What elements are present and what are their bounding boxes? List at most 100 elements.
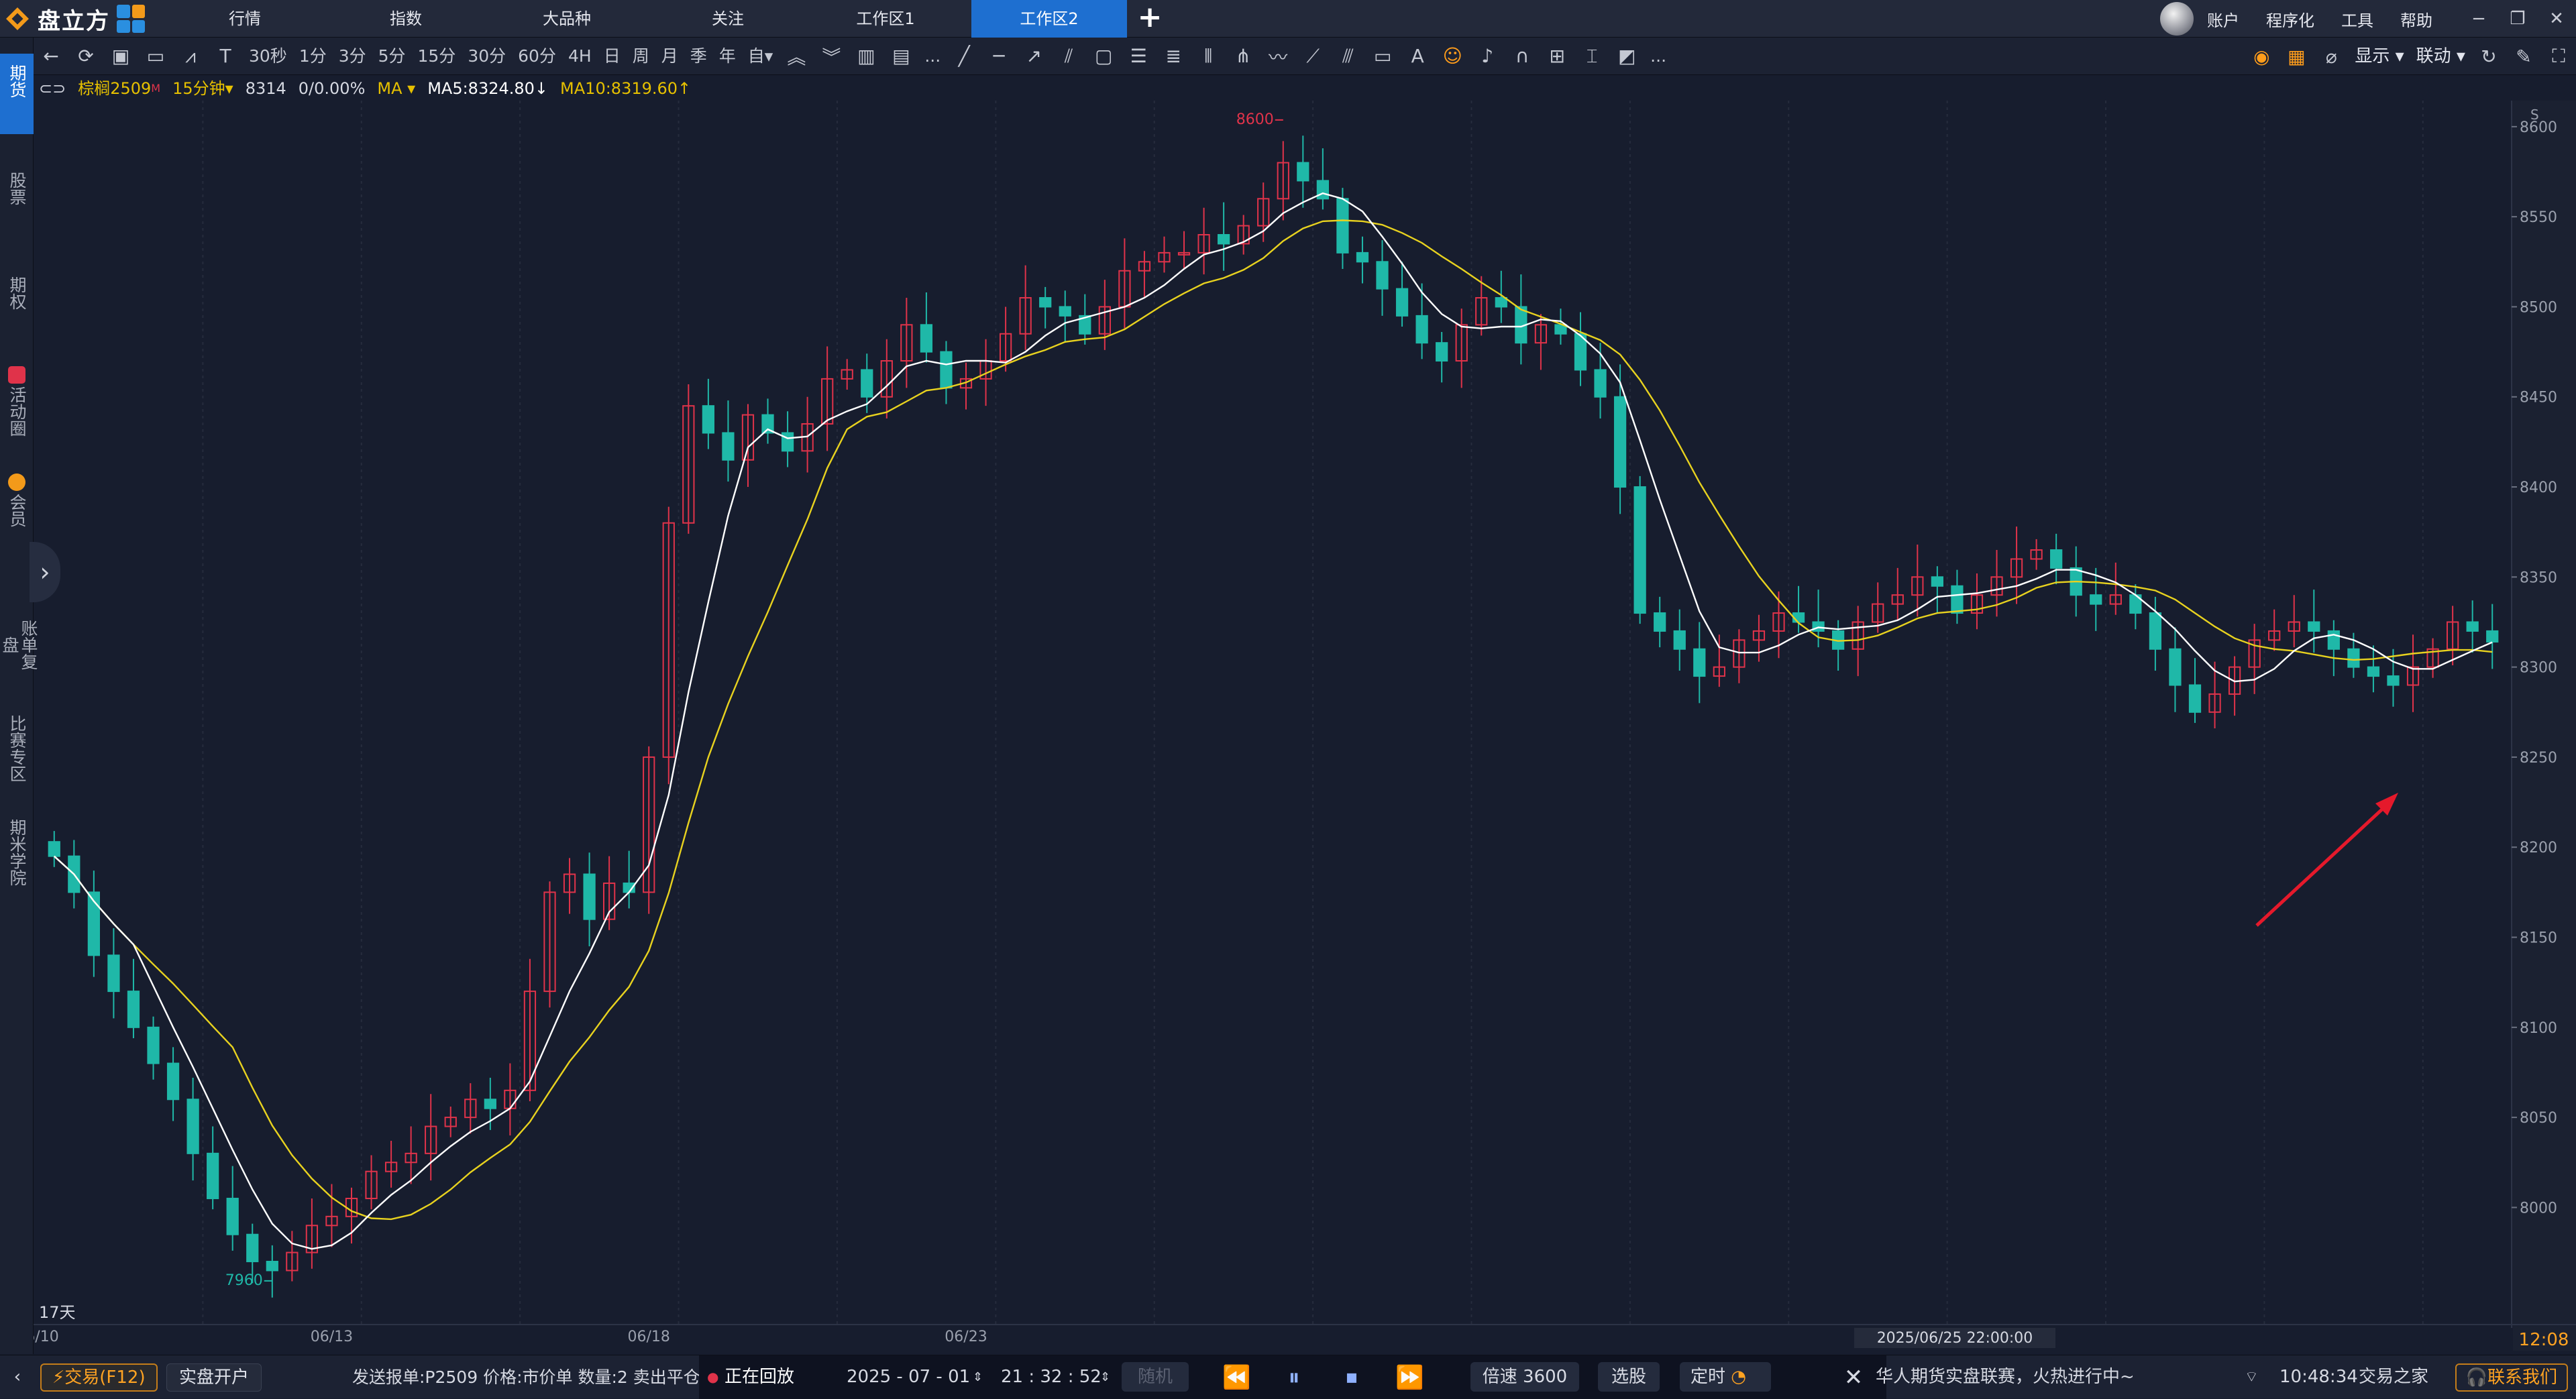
alert-bell-icon[interactable]: ♪	[1470, 38, 1505, 75]
sidebar-item-contest[interactable]: 比赛专区	[0, 715, 34, 816]
magnet-icon[interactable]: ∩	[1505, 38, 1540, 75]
period-60m[interactable]: 60分	[512, 38, 562, 75]
open-account-button[interactable]: 实盘开户	[166, 1363, 262, 1392]
period-week[interactable]: 周	[627, 38, 655, 75]
eraser-icon[interactable]: ◩	[1609, 38, 1644, 75]
parallel-lines-icon[interactable]: ⫽	[1051, 38, 1086, 75]
period-month[interactable]: 月	[655, 38, 684, 75]
rectangle-icon[interactable]: ▢	[1086, 38, 1121, 75]
fan-icon[interactable]: ⟋	[1295, 38, 1330, 75]
close-replay-icon[interactable]: ✕	[1839, 1363, 1868, 1392]
open-folder-icon[interactable]: ▭	[138, 38, 173, 75]
cycle-lines-icon[interactable]: ⦀	[1191, 38, 1226, 75]
sidebar-item-academy[interactable]: 期米学院	[0, 819, 34, 919]
period-30s[interactable]: 30秒	[243, 38, 293, 75]
wave-icon[interactable]: 〰	[1260, 38, 1295, 75]
display-dropdown[interactable]: 显示 ▾	[2349, 38, 2410, 75]
measure-icon[interactable]: ▭	[1365, 38, 1400, 75]
period-1m[interactable]: 1分	[293, 38, 333, 75]
period-year[interactable]: 年	[713, 38, 742, 75]
replay-date[interactable]: 2025 - 07 - 01	[847, 1355, 970, 1399]
calendar-icon[interactable]: ▦	[2279, 38, 2314, 75]
sync-icon[interactable]: ↻	[2471, 38, 2506, 75]
fast-forward-icon[interactable]: ⏩	[1395, 1363, 1424, 1392]
tab-market[interactable]: 行情	[195, 0, 295, 38]
avatar[interactable]	[2160, 2, 2194, 36]
sidebar-item-statement-review[interactable]: 账单复盘	[0, 574, 38, 675]
split-vertical-icon[interactable]: ▥	[849, 38, 883, 75]
trade-home[interactable]: 交易之家	[2359, 1355, 2428, 1399]
period-4h[interactable]: 4H	[562, 38, 598, 75]
minimize-icon[interactable]: −	[2459, 9, 2498, 29]
sidebar-item-member[interactable]: 会员	[0, 473, 34, 547]
chart-canvas[interactable]: S800080508100815082008250830083508400845…	[34, 101, 2576, 1355]
horizontal-line-icon[interactable]: ─	[981, 38, 1016, 75]
zoom-out-icon[interactable]: ︾	[814, 38, 849, 75]
fib-extension-icon[interactable]: ≣	[1156, 38, 1191, 75]
ma-indicator-dropdown[interactable]: MA ▾	[377, 75, 415, 102]
restore-icon[interactable]: ❐	[2498, 9, 2537, 29]
rewind-icon[interactable]: ⏪	[1222, 1363, 1250, 1392]
hide-icon[interactable]: ⌀	[2314, 38, 2349, 75]
text-icon[interactable]: T	[208, 38, 243, 75]
sidebar-item-futures[interactable]: 期货	[0, 54, 34, 134]
period-quarter[interactable]: 季	[684, 38, 713, 75]
refresh-icon[interactable]: ⟳	[68, 38, 103, 75]
sidebar-item-stocks[interactable]: 股票	[0, 172, 34, 232]
collapse-left-icon[interactable]: ‹	[4, 1355, 31, 1399]
time-stepper-icon[interactable]: ⇕	[1100, 1355, 1110, 1399]
draw-line-icon[interactable]: ╱	[947, 38, 981, 75]
symbol-name[interactable]: 棕榈2509	[78, 75, 151, 102]
speed-button[interactable]: 倍速 3600	[1470, 1362, 1579, 1392]
period-30m[interactable]: 30分	[462, 38, 512, 75]
replay-icon[interactable]: ◉	[2244, 38, 2279, 75]
tab-index[interactable]: 指数	[356, 0, 456, 38]
back-icon[interactable]: ←	[34, 38, 68, 75]
zoom-in-icon[interactable]: ︽	[779, 38, 814, 75]
pen-icon[interactable]: ✎	[2506, 38, 2541, 75]
stock-pick-button[interactable]: 选股	[1598, 1362, 1660, 1392]
tab-major-varieties[interactable]: 大品种	[517, 0, 617, 38]
channel-icon[interactable]: ⫻	[1330, 38, 1365, 75]
calculator-icon[interactable]: ⊞	[1540, 38, 1574, 75]
split-horizontal-icon[interactable]: ▤	[883, 38, 918, 75]
link-icon[interactable]: ⊂⊃	[39, 75, 66, 102]
tab-workspace2[interactable]: 工作区2	[971, 0, 1127, 38]
random-button[interactable]: 随机	[1122, 1362, 1189, 1392]
menu-help[interactable]: 帮助	[2400, 7, 2432, 31]
marquee-text[interactable]: 华人期货实盘联赛，火热进行中~	[1876, 1355, 2135, 1399]
tab-watchlist[interactable]: 关注	[678, 0, 778, 38]
price-range-icon[interactable]: ⌶	[1574, 38, 1609, 75]
more-tools-right[interactable]: ...	[1644, 38, 1672, 75]
period-selector[interactable]: 15分钟▾	[172, 75, 233, 102]
period-custom[interactable]: 自▾	[742, 38, 780, 75]
menu-account[interactable]: 账户	[2207, 7, 2239, 31]
period-15m[interactable]: 15分	[412, 38, 462, 75]
save-icon[interactable]: ▣	[103, 38, 138, 75]
add-tab-icon[interactable]: +	[1134, 3, 1166, 35]
fullscreen-icon[interactable]: ⛶	[2541, 38, 2576, 75]
annotate-text-icon[interactable]: A	[1400, 38, 1435, 75]
sidebar-item-options[interactable]: 期权	[0, 276, 34, 337]
stop-icon[interactable]: ⏹	[1338, 1363, 1366, 1392]
pause-icon[interactable]: ⏸	[1280, 1363, 1308, 1392]
close-icon[interactable]: ✕	[2537, 9, 2576, 29]
trade-button[interactable]: ⚡交易(F12)	[40, 1363, 158, 1392]
candlestick-chart[interactable]: S 8000 8050 8100 8150 8200 8250 8300 8350 8400 845…	[34, 101, 2576, 1355]
ray-icon[interactable]: ↗	[1016, 38, 1051, 75]
pitchfork-icon[interactable]: ⋔	[1226, 38, 1260, 75]
period-day[interactable]: 日	[598, 38, 627, 75]
more-tools-left[interactable]: ...	[918, 38, 947, 75]
replay-time[interactable]: 21 : 32 : 52	[1001, 1355, 1102, 1399]
period-3m[interactable]: 3分	[333, 38, 372, 75]
menu-tools[interactable]: 工具	[2341, 7, 2373, 31]
link-dropdown[interactable]: 联动 ▾	[2410, 38, 2471, 75]
date-stepper-icon[interactable]: ⇕	[973, 1355, 983, 1399]
period-5m[interactable]: 5分	[372, 38, 412, 75]
fib-retracement-icon[interactable]: ☰	[1121, 38, 1156, 75]
timer-button[interactable]: 定时 ◔	[1680, 1362, 1771, 1392]
menu-program[interactable]: 程序化	[2266, 7, 2314, 31]
tab-workspace1[interactable]: 工作区1	[825, 0, 946, 38]
line-chart-icon[interactable]: ⩘	[173, 38, 208, 75]
emoji-icon[interactable]: ☺	[1435, 38, 1470, 75]
